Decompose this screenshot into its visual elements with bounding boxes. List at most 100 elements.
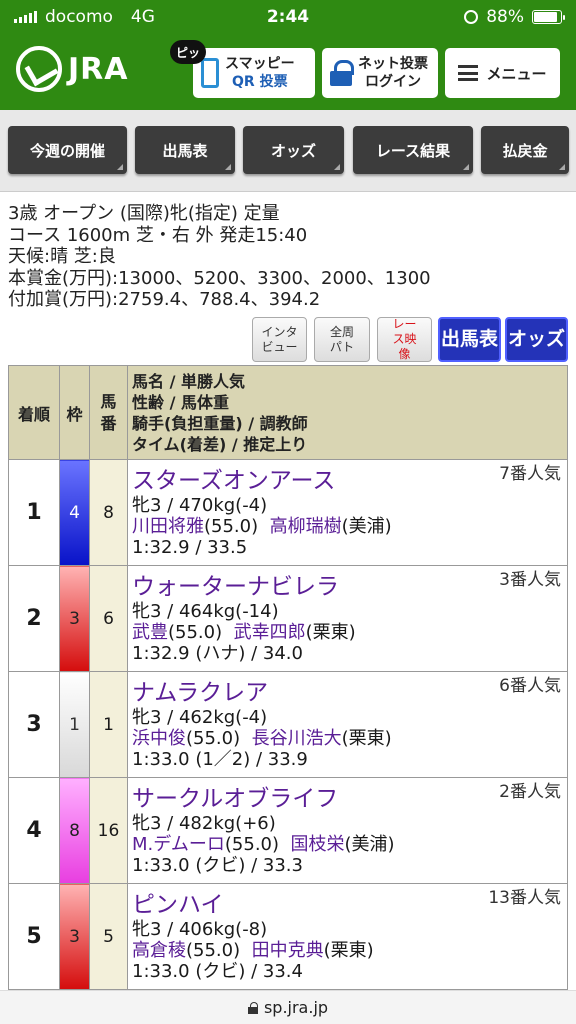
table-row: 3 1 1 6番人気 ナムラクレア 牝3 / 462kg(-4) 浜中俊(55.… — [8, 671, 568, 778]
nav-odds[interactable]: オッズ — [243, 126, 344, 174]
hamburger-icon — [458, 65, 479, 81]
popularity: 2番人気 — [499, 782, 561, 802]
popularity: 7番人気 — [499, 464, 561, 484]
popularity: 3番人気 — [499, 570, 561, 590]
col-frame: 枠 — [59, 365, 90, 460]
jockey-link[interactable]: 浜中俊 — [132, 728, 186, 749]
interview-button[interactable]: インタビュー — [252, 317, 307, 362]
frame-badge: 3 — [59, 883, 90, 990]
nav-payouts[interactable]: 払戻金 — [481, 126, 569, 174]
url-bar[interactable]: sp.jra.jp — [0, 990, 576, 1024]
trainer-link[interactable]: 田中克典 — [252, 940, 324, 961]
frame-badge: 8 — [59, 777, 90, 884]
table-row: 2 3 6 3番人気 ウォーターナビレラ 牝3 / 464kg(-14) 武豊(… — [8, 565, 568, 672]
qr-line2: QR 投票 — [232, 74, 288, 90]
jra-logo-icon — [16, 46, 62, 92]
rank: 3 — [8, 671, 60, 778]
nav-entries[interactable]: 出馬表 — [135, 126, 235, 174]
sex-weight: 牝3 / 482kg(+6) — [132, 813, 276, 834]
horse-number: 16 — [89, 777, 128, 884]
table-row: 4 8 16 2番人気 サークルオブライフ 牝3 / 482kg(+6) M.デ… — [8, 777, 568, 884]
jockey-load: (55.0) — [186, 940, 241, 961]
race-video-button[interactable]: レース映像 — [377, 317, 432, 362]
horse-info: 3番人気 ウォーターナビレラ 牝3 / 464kg(-14) 武豊(55.0) … — [127, 565, 568, 672]
horse-info: 13番人気 ピンハイ 牝3 / 406kg(-8) 高倉稜(55.0) 田中克典… — [127, 883, 568, 990]
horse-info: 2番人気 サークルオブライフ 牝3 / 482kg(+6) M.デムーロ(55.… — [127, 777, 568, 884]
jockey-load: (55.0) — [186, 728, 241, 749]
frame-badge: 4 — [59, 459, 90, 566]
race-bonus: 付加賞(万円):2759.4、788.4、394.2 — [8, 289, 321, 310]
stable: (栗東) — [323, 940, 374, 961]
time-last3f: 1:33.0 (1／2) / 33.9 — [132, 749, 308, 770]
stable: (栗東) — [305, 622, 356, 643]
entries-button[interactable]: 出馬表 — [438, 317, 501, 362]
secure-lock-icon — [247, 1001, 258, 1014]
table-row: 5 3 5 13番人気 ピンハイ 牝3 / 406kg(-8) 高倉稜(55.0… — [8, 883, 568, 990]
menu-button[interactable]: メニュー — [445, 48, 560, 98]
main-nav: 今週の開催 出馬表 オッズ レース結果 払戻金 — [0, 110, 576, 192]
race-info: 3歳 オープン (国際)牝(指定) 定量 コース 1600m 芝・右 外 発走1… — [8, 203, 431, 311]
trainer-link[interactable]: 高柳瑞樹 — [270, 516, 342, 537]
smartphone-icon — [201, 58, 219, 88]
jra-logo[interactable]: JRA — [16, 46, 128, 92]
horse-info: 6番人気 ナムラクレア 牝3 / 462kg(-4) 浜中俊(55.0) 長谷川… — [127, 671, 568, 778]
battery-icon — [532, 10, 565, 24]
login-line1: ネット投票 — [358, 56, 428, 72]
race-weather: 天候:晴 芝:良 — [8, 246, 116, 267]
results-table: 着順 枠 馬番 馬名 / 単勝人気 性齢 / 馬体重 騎手(負担重量) / 調教… — [8, 365, 568, 990]
smappy-qr-button[interactable]: スマッピー QR 投票 — [193, 48, 315, 98]
jockey-link[interactable]: 川田将雅 — [132, 516, 204, 537]
rank: 2 — [8, 565, 60, 672]
col-rank: 着順 — [8, 365, 60, 460]
race-conditions: 3歳 オープン (国際)牝(指定) 定量 — [8, 203, 280, 224]
race-prize: 本賞金(万円):13000、5200、3300、2000、1300 — [8, 267, 431, 289]
patrol-label: 全周パト — [329, 324, 355, 354]
frame-badge: 1 — [59, 671, 90, 778]
stable: (栗東) — [341, 728, 392, 749]
horse-number: 1 — [89, 671, 128, 778]
col-info-l2: 性齢 / 馬体重 — [132, 392, 229, 412]
qr-line1: スマッピー — [225, 56, 295, 72]
sex-weight: 牝3 / 464kg(-14) — [132, 601, 279, 622]
video-label: レース映像 — [392, 317, 417, 361]
trainer-link[interactable]: 国枝栄 — [290, 834, 344, 855]
jockey-load: (55.0) — [168, 622, 223, 643]
trainer-link[interactable]: 長谷川浩大 — [252, 728, 342, 749]
status-bar: docomo 4G 2:44 88% — [0, 0, 576, 34]
popularity: 13番人気 — [488, 888, 561, 908]
nav-race-results[interactable]: レース結果 — [353, 126, 473, 174]
stable: (美浦) — [344, 834, 395, 855]
time-last3f: 1:32.9 (ハナ) / 34.0 — [132, 643, 303, 664]
jockey-link[interactable]: 高倉稜 — [132, 940, 186, 961]
jockey-link[interactable]: 武豊 — [132, 622, 168, 643]
odds-button[interactable]: オッズ — [505, 317, 568, 362]
nav-this-week[interactable]: 今週の開催 — [8, 126, 127, 174]
time-last3f: 1:33.0 (クビ) / 33.4 — [132, 961, 303, 982]
jockey-link[interactable]: M.デムーロ — [132, 834, 225, 855]
col-info: 馬名 / 単勝人気 性齢 / 馬体重 騎手(負担重量) / 調教師 タイム(着差… — [127, 365, 568, 460]
rank: 1 — [8, 459, 60, 566]
horse-number: 5 — [89, 883, 128, 990]
col-num: 馬番 — [89, 365, 128, 460]
table-row: 1 4 8 7番人気 スターズオンアース 牝3 / 470kg(-4) 川田将雅… — [8, 459, 568, 566]
trainer-link[interactable]: 武幸四郎 — [234, 622, 306, 643]
clock: 2:44 — [266, 7, 310, 27]
pip-badge: ピッ — [170, 40, 206, 64]
horse-number: 8 — [89, 459, 128, 566]
net-vote-login-button[interactable]: ネット投票 ログイン — [322, 48, 438, 98]
jockey-load: (55.0) — [224, 834, 280, 855]
col-info-l3: 騎手(負担重量) / 調教師 — [132, 413, 308, 433]
sex-weight: 牝3 / 462kg(-4) — [132, 707, 268, 728]
time-last3f: 1:32.9 / 33.5 — [132, 537, 248, 558]
col-info-l1: 馬名 / 単勝人気 — [132, 371, 245, 391]
patrol-button[interactable]: 全周パト — [314, 317, 370, 362]
stable: (美浦) — [341, 516, 392, 537]
logo-text: JRA — [68, 51, 129, 87]
horse-number: 6 — [89, 565, 128, 672]
interview-label: インタビュー — [261, 324, 298, 354]
app-header: docomo 4G 2:44 88% JRA スマッピー QR 投票 ピッ ネッ… — [0, 0, 576, 110]
login-line2: ログイン — [365, 74, 421, 90]
popularity: 6番人気 — [499, 676, 561, 696]
race-course: コース 1600m 芝・右 外 発走15:40 — [8, 224, 308, 246]
sex-weight: 牝3 / 470kg(-4) — [132, 495, 268, 516]
